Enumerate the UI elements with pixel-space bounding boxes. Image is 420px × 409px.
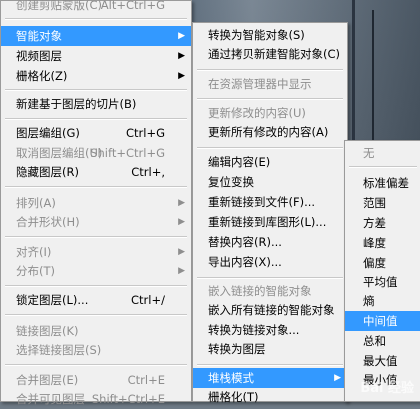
menu-item-create-clipping-mask[interactable]: 创建剪贴蒙版(C) Alt+Ctrl+G bbox=[1, 0, 191, 15]
menu-item-video-layers[interactable]: 视频图层 ▶ bbox=[1, 46, 191, 66]
menu-item-combine-shapes[interactable]: 合并形状(H) ▶ bbox=[1, 212, 191, 232]
menu-item-link-layers[interactable]: 链接图层(K) bbox=[1, 321, 191, 341]
stack-mode-submenu: 无 标准偏差 范围 方差 峰度 偏度 平均值 熵 中间值 总和 最大值 最小值 bbox=[344, 140, 420, 402]
menu-separator bbox=[5, 118, 187, 120]
photo-pole bbox=[372, 10, 374, 150]
baidu-watermark: Bai 经验 bbox=[360, 381, 414, 396]
menu-separator bbox=[5, 89, 187, 91]
menu-separator bbox=[197, 147, 343, 149]
menu-separator bbox=[5, 186, 187, 188]
menu-item-embed-linked[interactable]: 嵌入链接的智能对象 bbox=[193, 281, 347, 301]
menu-item-mean[interactable]: 平均值 bbox=[345, 272, 420, 292]
menu-item-range[interactable]: 范围 bbox=[345, 193, 420, 213]
menu-item-embed-all-linked[interactable]: 嵌入所有链接的智能对象 bbox=[193, 300, 347, 320]
menu-item-edit-contents[interactable]: 编辑内容(E) bbox=[193, 152, 347, 172]
menu-item-new-layer-slice[interactable]: 新建基于图层的切片(B) bbox=[1, 94, 191, 114]
menu-separator bbox=[197, 364, 343, 366]
menu-item-stack-none[interactable]: 无 bbox=[345, 143, 420, 163]
menu-item-hide-layers[interactable]: 隐藏图层(R) Ctrl+, bbox=[1, 162, 191, 182]
menu-item-lock-layers[interactable]: 锁定图层(L)... Ctrl+/ bbox=[1, 290, 191, 310]
menu-item-convert-to-layers[interactable]: 转换为图层 bbox=[193, 339, 347, 359]
menu-separator bbox=[5, 364, 187, 366]
menu-item-replace-contents[interactable]: 替换内容(R)... bbox=[193, 232, 347, 252]
menu-item-export-contents[interactable]: 导出内容(X)... bbox=[193, 252, 347, 272]
menu-item-update-all-modified-content[interactable]: 更新所有修改的内容(A) bbox=[193, 122, 347, 142]
menu-item-smart-object[interactable]: 智能对象 ▶ bbox=[1, 26, 191, 46]
menu-item-new-smart-object-via-copy[interactable]: 通过拷贝新建智能对象(C) bbox=[193, 44, 347, 64]
menu-separator bbox=[5, 314, 187, 316]
menu-item-rasterize-smart[interactable]: 栅格化(T) bbox=[193, 387, 347, 407]
submenu-arrow-icon: ▶ bbox=[178, 266, 185, 276]
menu-item-arrange[interactable]: 排列(A) ▶ bbox=[1, 193, 191, 213]
submenu-arrow-icon: ▶ bbox=[178, 31, 185, 41]
menu-separator bbox=[5, 18, 187, 20]
menu-item-convert-to-smart-object[interactable]: 转换为智能对象(S) bbox=[193, 25, 347, 45]
menu-item-distribute[interactable]: 分布(T) ▶ bbox=[1, 261, 191, 281]
menu-separator bbox=[5, 285, 187, 287]
menu-item-reset-transform[interactable]: 复位变换 bbox=[193, 172, 347, 192]
menu-item-variance[interactable]: 方差 bbox=[345, 213, 420, 233]
menu-item-median[interactable]: 中间值 bbox=[345, 311, 420, 331]
menu-item-merge-visible[interactable]: 合并可见图层 Shift+Ctrl+E bbox=[1, 389, 191, 409]
submenu-arrow-icon: ▶ bbox=[178, 71, 185, 81]
menu-item-rasterize[interactable]: 栅格化(Z) ▶ bbox=[1, 66, 191, 86]
menu-item-align[interactable]: 对齐(I) ▶ bbox=[1, 242, 191, 262]
menu-item-update-modified-content[interactable]: 更新修改的内容(U) bbox=[193, 103, 347, 123]
menu-item-entropy[interactable]: 熵 bbox=[345, 291, 420, 311]
menu-item-group-layers[interactable]: 图层编组(G) Ctrl+G bbox=[1, 123, 191, 143]
menu-separator bbox=[197, 277, 343, 279]
menu-item-relink-to-library[interactable]: 重新链接到库图形(L)... bbox=[193, 212, 347, 232]
submenu-arrow-icon: ▶ bbox=[334, 373, 341, 383]
submenu-arrow-icon: ▶ bbox=[178, 51, 185, 61]
menu-item-kurtosis[interactable]: 峰度 bbox=[345, 233, 420, 253]
menu-item-reveal-in-explorer[interactable]: 在资源管理器中显示 bbox=[193, 74, 347, 94]
menu-item-select-linked-layers[interactable]: 选择链接图层(S) bbox=[1, 340, 191, 360]
menu-item-merge-layers[interactable]: 合并图层(E) Ctrl+E bbox=[1, 370, 191, 390]
menu-item-summation[interactable]: 总和 bbox=[345, 331, 420, 351]
submenu-arrow-icon: ▶ bbox=[178, 247, 185, 257]
menu-separator bbox=[349, 166, 417, 168]
menu-item-maximum[interactable]: 最大值 bbox=[345, 351, 420, 371]
menu-item-standard-deviation[interactable]: 标准偏差 bbox=[345, 173, 420, 193]
photo-pole bbox=[352, 0, 355, 150]
menu-item-ungroup-layers[interactable]: 取消图层编组(U) Shift+Ctrl+G bbox=[1, 143, 191, 163]
layer-menu: 创建剪贴蒙版(C) Alt+Ctrl+G 智能对象 ▶ 视频图层 ▶ 栅格化(Z… bbox=[0, 0, 192, 406]
submenu-arrow-icon: ▶ bbox=[178, 217, 185, 227]
menu-item-convert-to-linked[interactable]: 转换为链接对象... bbox=[193, 320, 347, 340]
menu-separator bbox=[197, 69, 343, 71]
smart-object-submenu: 转换为智能对象(S) 通过拷贝新建智能对象(C) 在资源管理器中显示 更新修改的… bbox=[192, 22, 348, 404]
menu-item-skewness[interactable]: 偏度 bbox=[345, 253, 420, 273]
menu-separator bbox=[197, 98, 343, 100]
menu-separator bbox=[5, 236, 187, 238]
menu-item-relink-to-file[interactable]: 重新链接到文件(F)... bbox=[193, 192, 347, 212]
menu-item-stack-mode[interactable]: 堆栈模式 ▶ bbox=[193, 368, 347, 388]
submenu-arrow-icon: ▶ bbox=[178, 198, 185, 208]
